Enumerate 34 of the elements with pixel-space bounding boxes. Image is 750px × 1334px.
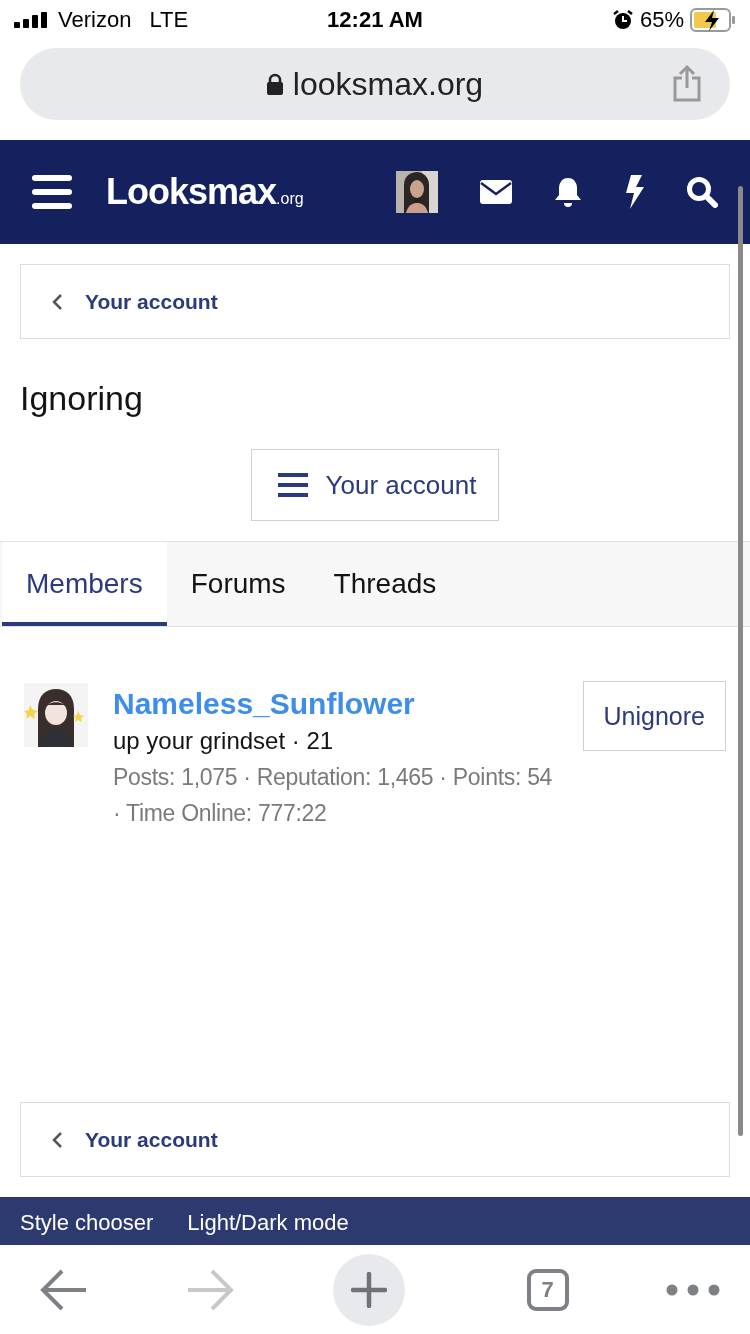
bell-icon[interactable] (554, 176, 582, 208)
footer-link[interactable]: Style chooser (20, 1209, 154, 1245)
tab[interactable]: Forums (166, 542, 310, 626)
alarm-icon (611, 9, 634, 31)
member-stats: Posts: 1,075 · Reputation: 1,465 · Points: 54 · Time Online: 777:22 (113, 763, 554, 828)
unignore-button[interactable]: Unignore (582, 681, 726, 751)
signal-icon (14, 12, 48, 28)
chevron-left-icon (51, 292, 63, 311)
list-icon (277, 473, 308, 497)
page-title: Ignoring (20, 378, 144, 419)
tab[interactable]: Members (2, 542, 167, 626)
lightning-icon[interactable] (624, 175, 644, 209)
back-arrow-icon[interactable] (38, 1267, 88, 1312)
tab[interactable]: Threads (309, 542, 461, 626)
breadcrumb-link[interactable]: Your account (20, 1102, 730, 1177)
site-logo[interactable]: Looksmax.org (106, 171, 396, 213)
battery-charging-icon (690, 8, 736, 32)
address-bar[interactable]: looksmax.org (20, 48, 730, 120)
account-menu-button[interactable]: Your account (250, 449, 500, 521)
network-type: LTE (149, 7, 189, 33)
breadcrumb-link[interactable]: Your account (20, 264, 730, 339)
search-icon[interactable] (686, 176, 718, 208)
clock-time: 12:21 AM (326, 7, 424, 33)
member-title: up your grindset · 21 (113, 727, 335, 755)
carrier-name: Verizon (58, 7, 132, 33)
envelope-icon[interactable] (480, 180, 512, 204)
menu-icon[interactable] (32, 175, 72, 209)
more-icon[interactable] (666, 1282, 720, 1297)
tab-count-button[interactable]: 7 (526, 1268, 569, 1311)
plus-icon (351, 1271, 387, 1308)
lock-icon (266, 73, 283, 95)
battery-percent: 65% (639, 7, 684, 33)
footer-link[interactable]: Light/Dark mode (187, 1209, 349, 1245)
chevron-left-icon (51, 1130, 63, 1149)
